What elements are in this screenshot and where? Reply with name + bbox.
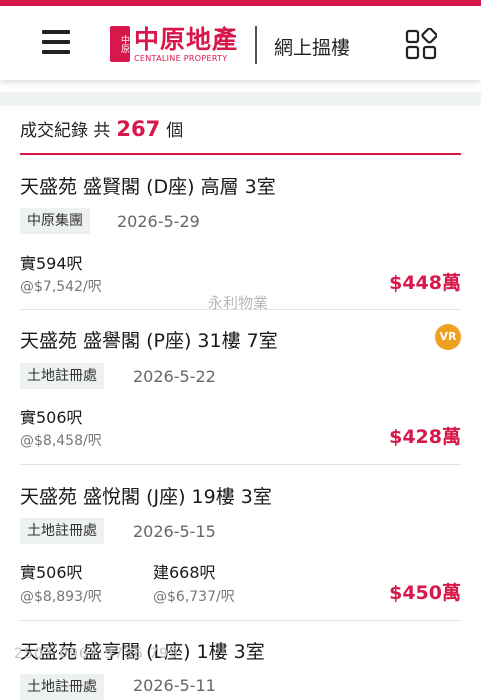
- summary-suffix: 個: [166, 121, 184, 141]
- row-divider: [20, 620, 461, 621]
- row-divider: [20, 464, 461, 465]
- logo-seal: 中原: [110, 26, 130, 62]
- transaction-date: 2026-5-11: [133, 676, 216, 695]
- logo-seal-text: 中原: [119, 35, 129, 53]
- transaction-summary: 成交紀錄 共 267 個: [20, 116, 183, 141]
- saleable-area: 實594呎: [20, 254, 83, 273]
- agency-watermark: 永利物業: [208, 294, 269, 312]
- saleable-area: 實506呎: [20, 408, 83, 427]
- transaction-price: $450萬: [389, 582, 461, 604]
- app-header: 中原 中原地產 CENTALINE PROPERTY 網上搵樓: [0, 6, 481, 80]
- source-badge: 土地註冊處: [20, 518, 104, 544]
- list-item[interactable]: 天盛苑 盛賢閣 (D座) 高層 3室 中原集團 2026-5-29 實594呎 …: [20, 172, 461, 310]
- site-title[interactable]: 網上搵樓: [274, 33, 350, 60]
- listing-title[interactable]: 天盛苑 盛譽閣 (P座) 31樓 7室: [20, 326, 278, 353]
- menu-icon[interactable]: [42, 30, 70, 54]
- header-divider: [255, 26, 257, 64]
- listing-title[interactable]: 天盛苑 盛悅閣 (J座) 19樓 3室: [20, 482, 272, 509]
- transaction-price: $448萬: [389, 272, 461, 294]
- summary-underline: [20, 153, 461, 155]
- gross-unit-price: @$6,737/呎: [153, 589, 235, 605]
- source-badge: 土地註冊處: [20, 674, 104, 700]
- centaline-logo[interactable]: 中原 中原地產 CENTALINE PROPERTY: [110, 26, 238, 66]
- logo-chinese: 中原地產: [134, 25, 239, 54]
- saleable-unit-price: @$8,458/呎: [20, 433, 102, 449]
- listing-title[interactable]: 天盛苑 盛賢閣 (D座) 高層 3室: [20, 172, 276, 199]
- transaction-date: 2026-5-29: [117, 212, 200, 231]
- summary-prefix: 成交紀錄 共: [20, 121, 111, 141]
- transaction-count: 267: [116, 117, 161, 141]
- section-spacer: [0, 92, 481, 106]
- apps-grid-icon[interactable]: [405, 27, 438, 60]
- gross-area: 建668呎: [153, 563, 216, 582]
- source-badge: 土地註冊處: [20, 363, 104, 389]
- phone-watermark: 2507 0967 9736 799: [14, 646, 179, 662]
- list-item[interactable]: 天盛苑 盛亨閣 (L座) 1樓 3室 土地註冊處 2026-5-11: [20, 637, 461, 700]
- source-badge: 中原集團: [20, 208, 90, 234]
- transaction-date: 2026-5-22: [133, 367, 216, 386]
- saleable-area: 實506呎: [20, 563, 83, 582]
- saleable-unit-price: @$7,542/呎: [20, 279, 102, 295]
- saleable-unit-price: @$8,893/呎: [20, 589, 102, 605]
- logo-english: CENTALINE PROPERTY: [134, 54, 228, 63]
- list-item[interactable]: 天盛苑 盛悅閣 (J座) 19樓 3室 土地註冊處 2026-5-15 實506…: [20, 482, 461, 621]
- transaction-date: 2026-5-15: [133, 522, 216, 541]
- transaction-price: $428萬: [389, 426, 461, 448]
- vr-badge[interactable]: VR: [435, 324, 461, 350]
- list-item[interactable]: 天盛苑 盛譽閣 (P座) 31樓 7室 VR 土地註冊處 2026-5-22 實…: [20, 324, 461, 465]
